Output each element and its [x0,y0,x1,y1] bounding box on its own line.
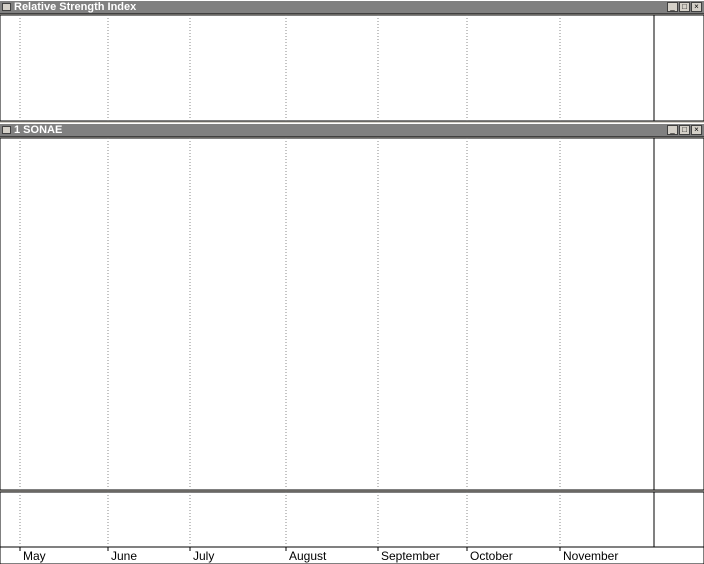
price-plot-area-axis [653,137,704,491]
rsi-plot-area [0,14,655,122]
month-label: October [470,549,513,563]
month-label: September [381,549,440,563]
volume-plot-area-axis [653,491,704,548]
price-plot-area [0,137,655,491]
month-label: November [563,549,618,563]
month-label: May [23,549,46,563]
month-label: July [193,549,214,563]
month-axis: May June July August September October Novembe… [0,546,704,564]
volume-plot-area [0,491,655,548]
stock-chart: 2030405060 0.400.450.500.550.600.650.700… [0,14,704,564]
rsi-plot-area-axis [653,14,704,122]
month-label: June [111,549,137,563]
month-label: August [289,549,327,563]
